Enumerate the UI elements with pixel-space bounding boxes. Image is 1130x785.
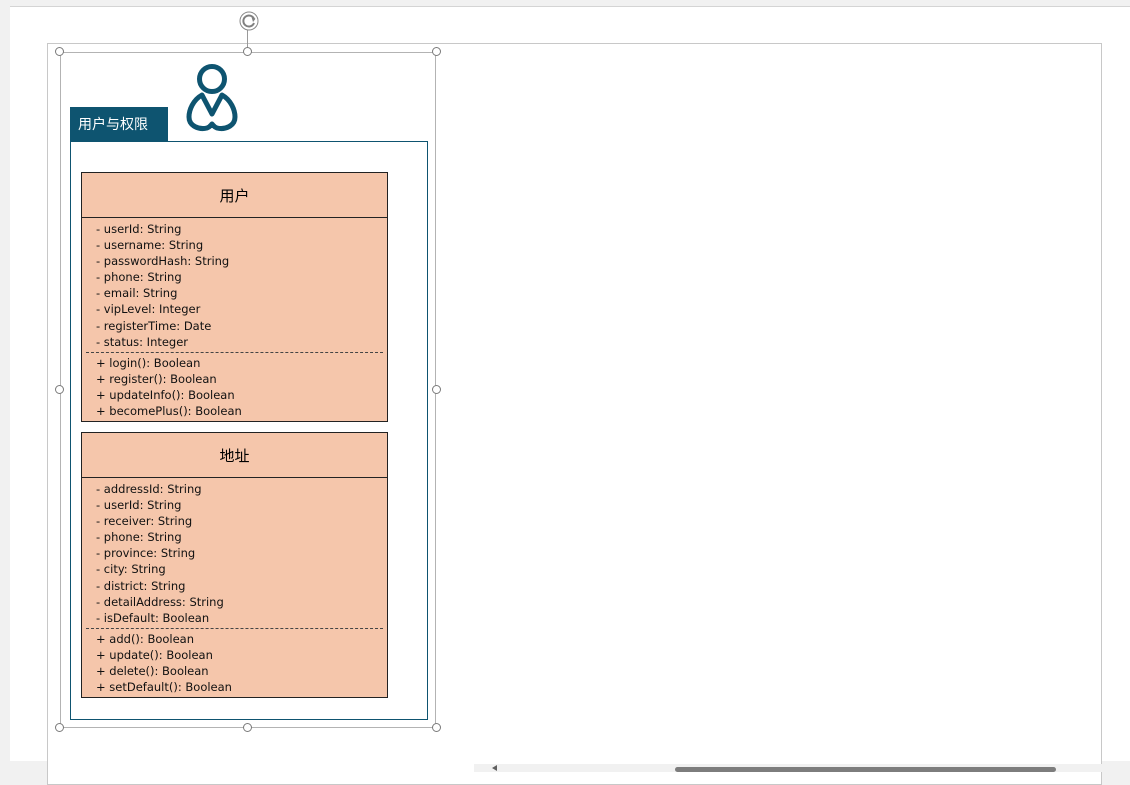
method: + register(): Boolean (96, 371, 217, 386)
resize-handle-right[interactable] (432, 385, 441, 394)
attribute: - detailAddress: String (96, 594, 224, 609)
methods-section: + login(): Boolean + register(): Boolean… (82, 355, 387, 419)
attribute: - phone: String (96, 530, 182, 545)
resize-handle-left[interactable] (55, 385, 64, 394)
uml-class-address[interactable]: 地址 - addressId: String - userId: String … (81, 432, 388, 698)
attribute: - district: String (96, 578, 186, 593)
resize-handle-top[interactable] (243, 47, 252, 56)
methods-section: + add(): Boolean + update(): Boolean + d… (82, 631, 387, 695)
attribute: - userId: String (96, 498, 182, 513)
attribute: - province: String (96, 546, 196, 561)
class-name: 地址 (82, 433, 387, 478)
attribute: - userId: String (96, 222, 182, 236)
method: + updateInfo(): Boolean (96, 387, 235, 402)
scroll-left-icon[interactable] (492, 765, 497, 771)
attribute: - city: String (96, 562, 166, 577)
attribute: - addressId: String (96, 482, 202, 496)
attribute: - isDefault: Boolean (96, 610, 210, 625)
resize-handle-bottom-right[interactable] (432, 723, 441, 732)
attributes-section: - addressId: String - userId: String - r… (82, 478, 387, 626)
attribute: - email: String (96, 286, 178, 301)
rotate-icon[interactable] (238, 10, 260, 32)
resize-handle-top-left[interactable] (55, 47, 64, 56)
method: + update(): Boolean (96, 647, 213, 662)
attribute: - registerTime: Date (96, 318, 212, 333)
section-divider (86, 351, 383, 353)
attribute: - username: String (96, 238, 204, 253)
resize-handle-bottom-left[interactable] (55, 723, 64, 732)
uml-class-user[interactable]: 用户 - userId: String - username: String -… (81, 172, 388, 422)
method: + login(): Boolean (96, 355, 201, 370)
attribute: - status: Integer (96, 334, 189, 349)
method: + becomePlus(): Boolean (96, 404, 242, 419)
method: + add(): Boolean (96, 631, 195, 646)
attribute: - receiver: String (96, 514, 193, 529)
method: + delete(): Boolean (96, 664, 209, 679)
person-icon (185, 62, 239, 132)
attribute: - passwordHash: String (96, 254, 230, 269)
method: + setDefault(): Boolean (96, 680, 232, 695)
attributes-section: - userId: String - username: String - pa… (82, 218, 387, 350)
section-divider (86, 627, 383, 629)
scrollbar-thumb[interactable] (675, 767, 1056, 772)
attribute: - phone: String (96, 270, 182, 285)
resize-handle-top-right[interactable] (432, 47, 441, 56)
attribute: - vipLevel: Integer (96, 302, 201, 317)
class-name: 用户 (82, 173, 387, 218)
package-title[interactable]: 用户与权限 (70, 107, 168, 141)
resize-handle-bottom[interactable] (243, 723, 252, 732)
